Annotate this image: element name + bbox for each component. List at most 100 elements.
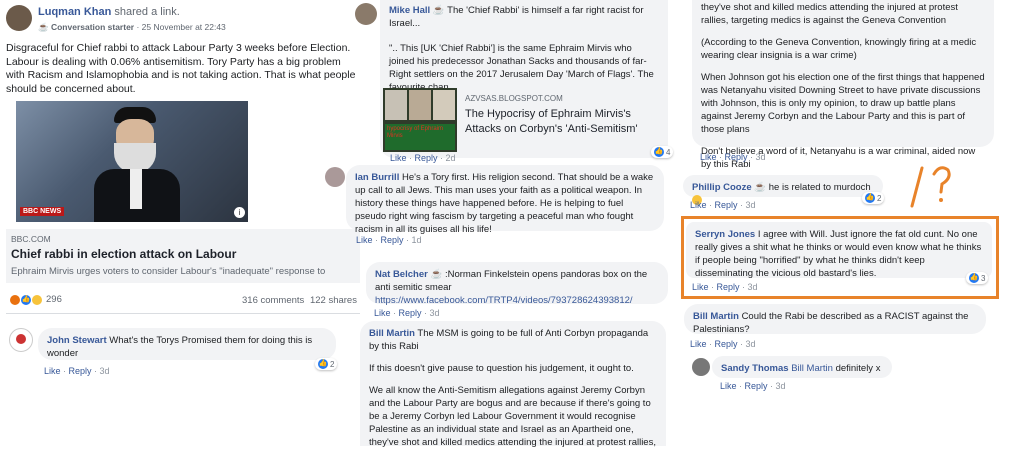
like-icon: 👍: [21, 294, 31, 305]
coffee-icon: ☕: [430, 269, 443, 280]
slash-mark: [910, 166, 924, 208]
reply-link[interactable]: Reply: [381, 235, 404, 245]
timestamp[interactable]: · 25 November at 22:43: [136, 22, 225, 32]
reactions[interactable]: 👍 296: [10, 294, 62, 305]
like-link[interactable]: Like: [356, 235, 373, 245]
reply-link[interactable]: Reply: [717, 282, 740, 292]
question-dot: [939, 198, 943, 202]
mention-link[interactable]: Bill Martin: [791, 363, 833, 374]
comment-author[interactable]: Nat Belcher: [375, 269, 428, 280]
comment-author[interactable]: Sandy Thomas: [721, 363, 789, 374]
comment-author[interactable]: John Stewart: [47, 335, 107, 346]
comment-para: When Johnson got his election one of the…: [701, 72, 985, 135]
comment-time[interactable]: 3d: [746, 200, 756, 210]
comment-nat: Nat Belcher ☕ :Norman Finkelstein opens …: [366, 262, 668, 306]
like-icon: 👍: [865, 193, 875, 203]
like-link[interactable]: Like: [700, 152, 717, 162]
comment-author[interactable]: Bill Martin: [693, 311, 739, 322]
react-badge[interactable]: 👍 4: [651, 146, 674, 158]
reply-link[interactable]: Reply: [399, 308, 422, 318]
comment-author[interactable]: Phillip Cooze: [692, 182, 752, 193]
post-text: Disgraceful for Chief rabbi to attack La…: [6, 42, 356, 95]
react-badge[interactable]: 👍 2: [315, 358, 338, 370]
haha-icon: [32, 294, 42, 305]
reply-link[interactable]: Reply: [745, 381, 768, 391]
comment-author[interactable]: Ian Burrill: [355, 172, 399, 183]
like-link[interactable]: Like: [690, 339, 707, 349]
rabbi-figure: [86, 107, 186, 222]
comment-sandy: Sandy Thomas Bill Martin definitely x: [712, 356, 892, 378]
post-card: Luqman Khan shared a link. ☕ Conversatio…: [0, 0, 362, 434]
reply-link[interactable]: Reply: [715, 339, 738, 349]
like-link[interactable]: Like: [692, 282, 709, 292]
like-link[interactable]: Like: [390, 153, 407, 163]
react-count: 2: [877, 193, 882, 203]
comment-time[interactable]: 3d: [756, 152, 766, 162]
reaction-count: 296: [46, 294, 62, 305]
comments-count[interactable]: 316 comments: [242, 295, 304, 306]
mike-link-thumb[interactable]: hypocrisy of Ephraim Mirvis: [383, 88, 457, 152]
like-link[interactable]: Like: [44, 366, 61, 376]
reply-link[interactable]: Reply: [715, 200, 738, 210]
like-link[interactable]: Like: [374, 308, 391, 318]
comment-text: he is related to murdoch: [768, 182, 871, 193]
comment-serryn: Serryn Jones I agree with Will. Just ign…: [686, 222, 992, 279]
comment-para: We all know the Anti-Semitism allegation…: [369, 385, 656, 448]
like-link[interactable]: Like: [720, 381, 737, 391]
comment-author[interactable]: Mike Hall: [389, 5, 430, 16]
comment-time[interactable]: 3d: [776, 381, 786, 391]
comment-author[interactable]: Serryn Jones: [695, 229, 755, 240]
comment-quote: ".. This [UK 'Chief Rabbi'] is the same …: [389, 43, 654, 93]
comment-time[interactable]: 3d: [100, 366, 110, 376]
react-count: 2: [330, 359, 335, 369]
link-domain: BBC.COM: [11, 234, 51, 244]
like-icon: 👍: [969, 273, 979, 283]
avatar[interactable]: [692, 358, 710, 376]
comment-time[interactable]: 3d: [748, 282, 758, 292]
link-title[interactable]: The Hypocrisy of Ephraim Mirvis's Attack…: [465, 107, 660, 137]
shares-count[interactable]: 122 shares: [310, 295, 357, 306]
info-icon[interactable]: i: [234, 207, 245, 218]
comment-para: they've shot and killed medics attending…: [701, 2, 958, 26]
divider: [6, 313, 360, 314]
link-image[interactable]: BBC NEWS i: [16, 101, 248, 222]
comment-phillip: Phillip Cooze ☕ he is related to murdoch: [683, 175, 883, 206]
post-action: shared a link.: [114, 6, 180, 18]
video-link[interactable]: https://www.facebook.com/TRTP4/videos/79…: [375, 295, 633, 306]
avatar[interactable]: [9, 328, 33, 352]
coffee-icon: ☕: [432, 5, 445, 16]
comment-bill-short: Bill Martin Could the Rabi be described …: [684, 304, 986, 335]
reply-link[interactable]: Reply: [415, 153, 438, 163]
angry-icon: [10, 294, 20, 305]
avatar[interactable]: [325, 167, 345, 187]
like-link[interactable]: Like: [690, 200, 707, 210]
like-icon: 👍: [654, 147, 664, 157]
bbc-logo: BBC NEWS: [20, 207, 65, 216]
avatar[interactable]: [6, 5, 32, 31]
comment-para: (According to the Geneva Convention, kno…: [701, 37, 977, 61]
comment-time[interactable]: 3d: [430, 308, 440, 318]
comment-author[interactable]: Bill Martin: [369, 328, 415, 339]
avatar[interactable]: [355, 3, 377, 25]
reply-link[interactable]: Reply: [725, 152, 748, 162]
annotation-marks: [910, 166, 951, 208]
like-icon: 👍: [318, 359, 328, 369]
comment-ian: Ian Burrill He's a Tory first. His relig…: [346, 165, 664, 235]
react-count: 3: [981, 273, 986, 283]
post-author[interactable]: Luqman Khan: [38, 6, 111, 18]
comment-time[interactable]: 2d: [446, 153, 456, 163]
link-domain: AZVSAS.BLOGSPOT.COM: [465, 94, 563, 103]
coffee-icon: ☕: [754, 182, 767, 193]
comment-bill-long: Bill Martin The MSM is going to be full …: [360, 321, 666, 448]
conversation-icon: ☕: [38, 22, 49, 32]
react-badge[interactable]: 👍 3: [966, 272, 989, 284]
comment-john: John Stewart What's the Torys Promised t…: [38, 328, 336, 360]
comment-time[interactable]: 3d: [746, 339, 756, 349]
link-preview[interactable]: BBC.COM Chief rabbi in election attack o…: [6, 229, 360, 283]
comment-text: He's a Tory first. His religion second. …: [355, 172, 654, 235]
link-title[interactable]: Chief rabbi in election attack on Labour: [11, 247, 236, 261]
link-desc: Ephraim Mirvis urges voters to consider …: [11, 266, 326, 277]
comment-time[interactable]: 1d: [412, 235, 422, 245]
reply-link[interactable]: Reply: [69, 366, 92, 376]
react-badge[interactable]: 👍 2: [862, 192, 885, 204]
